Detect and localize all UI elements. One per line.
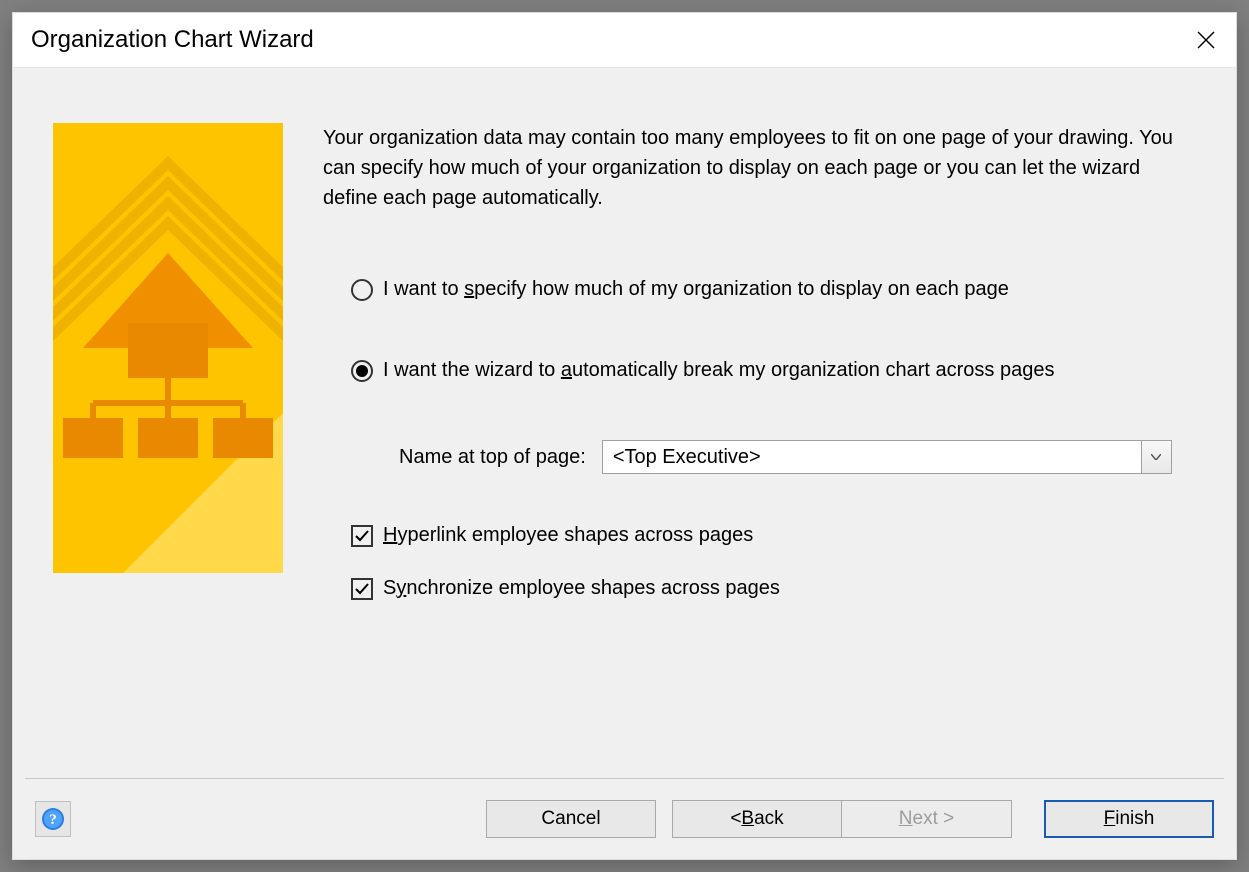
- checkbox-icon: [351, 578, 373, 600]
- checkbox-icon: [351, 525, 373, 547]
- name-at-top-row: Name at top of page: <Top Executive>: [351, 440, 1186, 474]
- radio-specify-label: I want to specify how much of my organiz…: [383, 278, 1009, 301]
- title-bar: Organization Chart Wizard: [13, 13, 1236, 67]
- checkbox-hyperlink[interactable]: Hyperlink employee shapes across pages: [351, 524, 1186, 547]
- finish-button[interactable]: Finish: [1044, 800, 1214, 838]
- svg-text:?: ?: [49, 812, 57, 828]
- checkbox-synchronize[interactable]: Synchronize employee shapes across pages: [351, 577, 1186, 600]
- wizard-sidebar-graphic: [53, 123, 283, 573]
- combobox-value: <Top Executive>: [603, 441, 1141, 473]
- back-button[interactable]: < Back: [672, 800, 842, 838]
- next-button: Next >: [842, 800, 1012, 838]
- combobox-dropdown-button[interactable]: [1141, 441, 1171, 473]
- content-area: Your organization data may contain too m…: [13, 67, 1236, 859]
- dialog-title: Organization Chart Wizard: [31, 26, 314, 54]
- radio-icon: [351, 279, 373, 301]
- dialog-footer: ? Cancel < Back Next > Finish: [13, 779, 1236, 859]
- radio-specify-pages[interactable]: I want to specify how much of my organiz…: [351, 278, 1186, 301]
- radio-auto-label: I want the wizard to automatically break…: [383, 359, 1054, 382]
- name-at-top-combobox[interactable]: <Top Executive>: [602, 440, 1172, 474]
- close-icon: [1197, 31, 1215, 49]
- radio-icon: [351, 360, 373, 382]
- wizard-dialog: Organization Chart Wizard: [12, 12, 1237, 860]
- checkbox-synchronize-label: Synchronize employee shapes across pages: [383, 577, 780, 600]
- radio-auto-break[interactable]: I want the wizard to automatically break…: [351, 359, 1186, 382]
- chevron-down-icon: [1151, 454, 1161, 460]
- footer-buttons: Cancel < Back Next > Finish: [478, 800, 1214, 838]
- name-at-top-label: Name at top of page:: [399, 446, 586, 469]
- cancel-button[interactable]: Cancel: [486, 800, 656, 838]
- checkbox-hyperlink-label: Hyperlink employee shapes across pages: [383, 524, 753, 547]
- main-column: Your organization data may contain too m…: [283, 123, 1186, 758]
- help-button[interactable]: ?: [35, 801, 71, 837]
- close-button[interactable]: [1190, 24, 1222, 56]
- intro-text: Your organization data may contain too m…: [323, 123, 1186, 213]
- radio-group: I want to specify how much of my organiz…: [323, 278, 1186, 600]
- content-body: Your organization data may contain too m…: [13, 68, 1236, 778]
- help-icon: ?: [41, 807, 65, 831]
